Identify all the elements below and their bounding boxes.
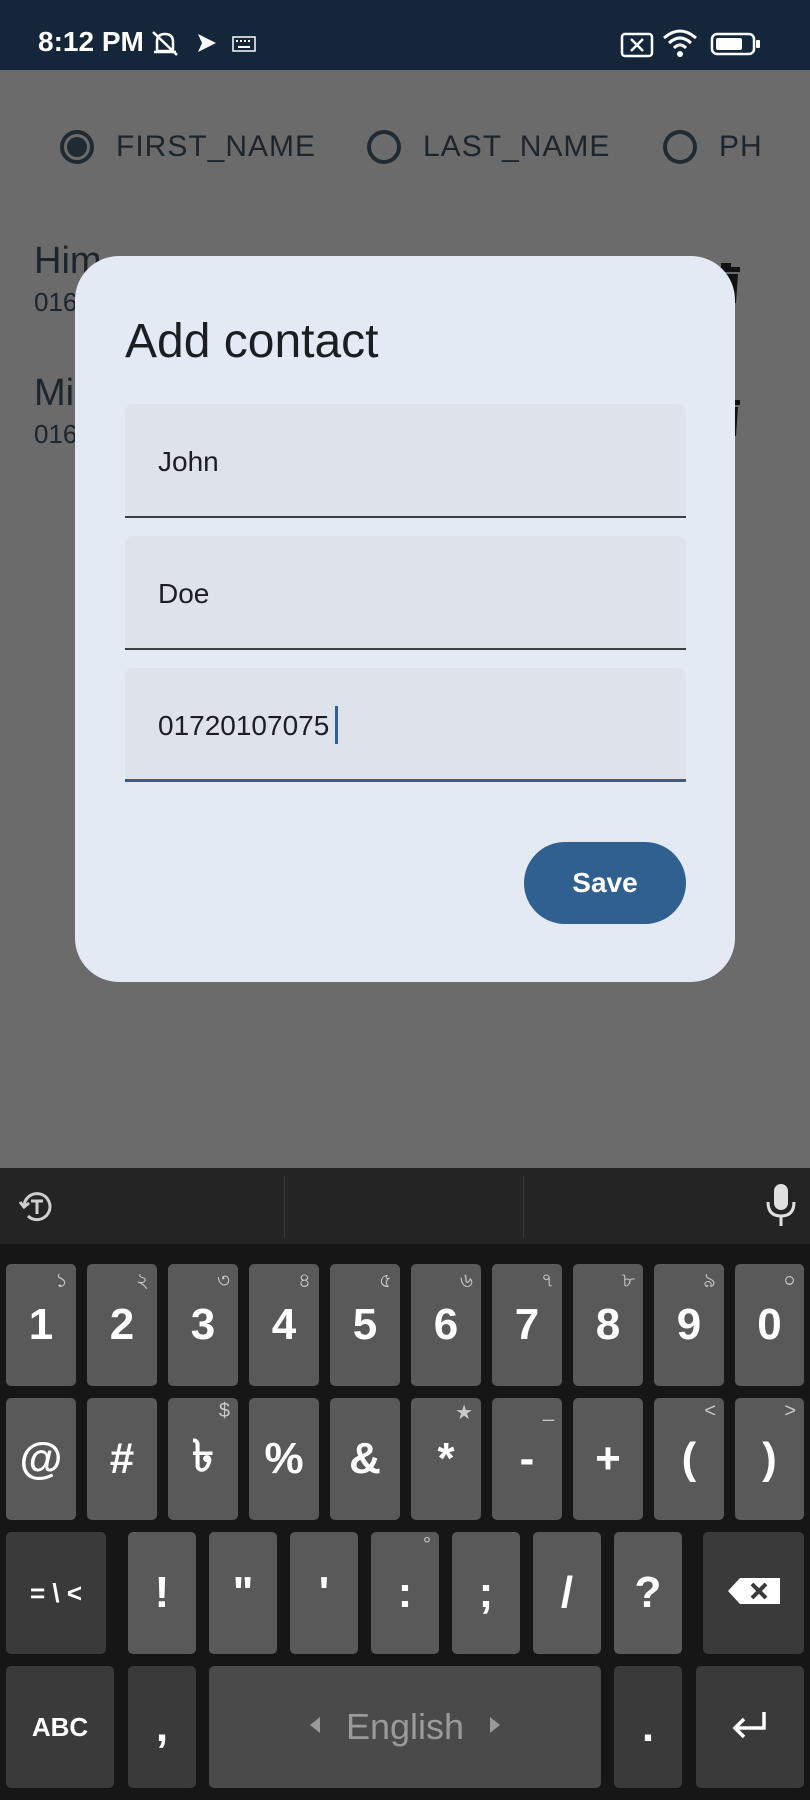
last-name-input[interactable] <box>158 578 638 610</box>
radio-selected-icon <box>60 130 94 164</box>
key-exclamation[interactable]: ! <box>128 1532 196 1654</box>
first-name-input[interactable] <box>158 446 638 478</box>
key-6[interactable]: ৬6 <box>411 1264 481 1386</box>
last-name-field[interactable] <box>125 536 686 650</box>
key-percent[interactable]: % <box>249 1398 319 1520</box>
contact-item[interactable]: Mi 016 <box>34 372 77 450</box>
wifi-icon <box>662 28 698 63</box>
radio-unselected-icon <box>367 130 401 164</box>
toolbar-divider <box>284 1176 285 1238</box>
text-cursor <box>335 706 338 744</box>
battery-icon <box>710 32 762 61</box>
key-minus[interactable]: _ - <box>492 1398 562 1520</box>
text-style-icon[interactable] <box>18 1188 56 1231</box>
radio-last-name[interactable]: LAST_NAME <box>367 130 610 164</box>
space-label: English <box>345 1706 465 1747</box>
key-3[interactable]: ৩3 <box>168 1264 238 1386</box>
phone-input[interactable] <box>158 710 638 742</box>
toolbar-divider <box>523 1176 524 1238</box>
key-close-paren[interactable]: >) <box>735 1398 804 1520</box>
space-key[interactable]: English <box>209 1666 601 1788</box>
key-7[interactable]: ৭7 <box>492 1264 562 1386</box>
keyboard-icon <box>232 36 256 57</box>
key-colon[interactable]: °: <box>371 1532 439 1654</box>
key-single-quote[interactable]: ' <box>290 1532 358 1654</box>
enter-key[interactable] <box>696 1666 804 1788</box>
key-open-paren[interactable]: <( <box>654 1398 724 1520</box>
keyboard-toolbar <box>0 1168 810 1244</box>
key-ampersand[interactable]: & <box>330 1398 400 1520</box>
dialog-title: Add contact <box>125 315 379 368</box>
mute-alarm-icon <box>148 26 182 65</box>
send-icon <box>196 32 218 59</box>
key-2[interactable]: ২2 <box>87 1264 157 1386</box>
key-semicolon[interactable]: ; <box>452 1532 520 1654</box>
key-symbols-more[interactable]: = \ < <box>6 1532 106 1654</box>
key-4[interactable]: ৪4 <box>249 1264 319 1386</box>
enter-icon <box>730 1710 770 1745</box>
chevron-left-icon <box>308 1716 322 1739</box>
key-taka[interactable]: $ ৳ <box>168 1398 238 1520</box>
on-screen-keyboard: ১1 ২2 ৩3 ৪4 ৫5 ৬6 ৭7 ৮8 ৯9 ০0 @ # $ ৳ % &… <box>0 1168 810 1800</box>
radio-label: LAST_NAME <box>423 130 611 163</box>
radio-unselected-icon <box>663 130 697 164</box>
key-comma[interactable]: , <box>128 1666 196 1788</box>
key-plus[interactable]: + <box>573 1398 643 1520</box>
key-slash[interactable]: / <box>533 1532 601 1654</box>
phone-field[interactable] <box>125 668 686 782</box>
save-button[interactable]: Save <box>524 842 686 924</box>
key-5[interactable]: ৫5 <box>330 1264 400 1386</box>
first-name-field[interactable] <box>125 404 686 518</box>
radio-phone[interactable]: PH <box>663 130 763 164</box>
sort-radio-group: FIRST_NAME LAST_NAME PH <box>60 130 810 190</box>
key-double-quote[interactable]: " <box>209 1532 277 1654</box>
microphone-icon[interactable] <box>764 1182 798 1233</box>
chevron-right-icon <box>488 1716 502 1739</box>
status-time: 8:12 PM <box>38 26 144 57</box>
contact-phone: 016 <box>34 419 78 449</box>
add-contact-dialog: Add contact Save <box>75 256 735 982</box>
key-asterisk[interactable]: ★ * <box>411 1398 481 1520</box>
key-period[interactable]: . <box>614 1666 682 1788</box>
key-9[interactable]: ৯9 <box>654 1264 724 1386</box>
key-hash[interactable]: # <box>87 1398 157 1520</box>
key-question[interactable]: ? <box>614 1532 682 1654</box>
key-8[interactable]: ৮8 <box>573 1264 643 1386</box>
no-sim-icon <box>620 32 654 63</box>
contact-name: Mi <box>34 372 75 414</box>
status-bar: 8:12 PM <box>0 0 810 70</box>
radio-label: PH <box>719 130 763 163</box>
abc-key[interactable]: ABC <box>6 1666 114 1788</box>
backspace-icon <box>726 1576 782 1611</box>
radio-label: FIRST_NAME <box>116 130 317 163</box>
key-1[interactable]: ১1 <box>6 1264 76 1386</box>
backspace-key[interactable] <box>703 1532 804 1654</box>
key-0[interactable]: ০0 <box>735 1264 804 1386</box>
radio-first-name[interactable]: FIRST_NAME <box>60 130 316 164</box>
key-at[interactable]: @ <box>6 1398 76 1520</box>
